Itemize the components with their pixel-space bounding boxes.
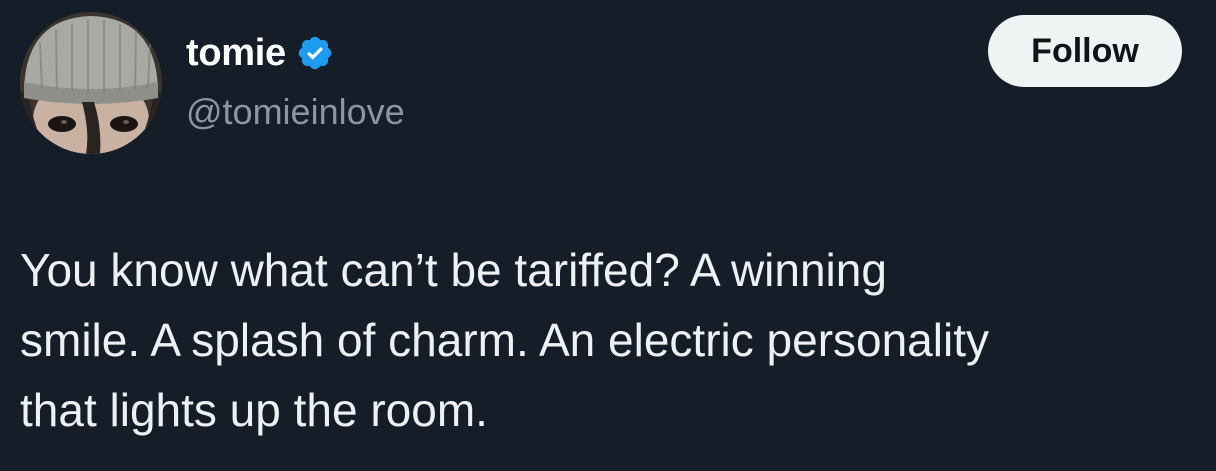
- tweet-text-line: that lights up the room.: [20, 384, 488, 436]
- verified-badge-icon: [296, 34, 334, 72]
- tweet-text-line: You know what can’t be tariffed? A winni…: [20, 244, 887, 296]
- author-name-row: tomie: [186, 28, 334, 78]
- avatar-photo: [20, 12, 162, 154]
- display-name[interactable]: tomie: [186, 28, 286, 78]
- author-handle[interactable]: @tomieinlove: [186, 87, 405, 137]
- tweet-text: You know what can’t be tariffed? A winni…: [20, 235, 1200, 445]
- tweet-card: tomie @tomieinlove Follow You know what …: [0, 0, 1216, 471]
- avatar[interactable]: [20, 12, 162, 154]
- tweet-text-line: smile. A splash of charm. An electric pe…: [20, 314, 989, 366]
- follow-button[interactable]: Follow: [988, 15, 1182, 87]
